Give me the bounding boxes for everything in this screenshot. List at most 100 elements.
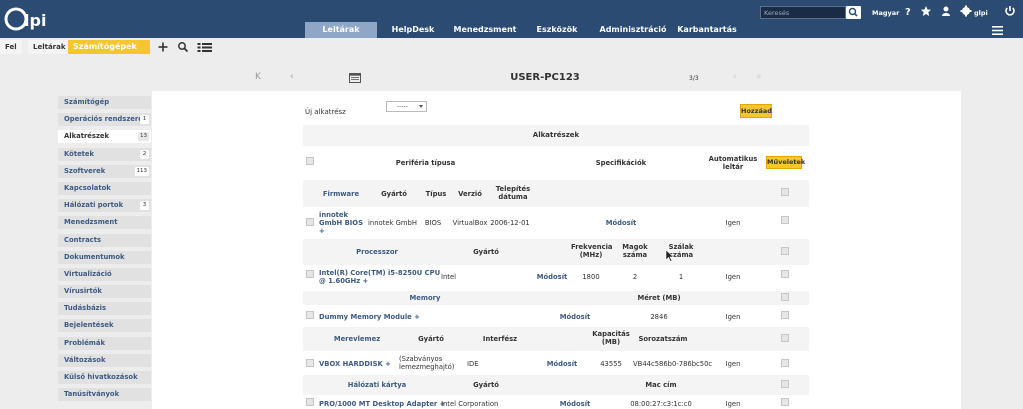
install-date-value: 2006-12-01: [490, 219, 530, 227]
breadcrumb-computers[interactable]: Számítógépek: [68, 40, 150, 54]
reservation-icon[interactable]: [940, 5, 952, 17]
network-card-header-link[interactable]: Hálózati kártya: [347, 381, 407, 389]
first-record-button[interactable]: K: [255, 72, 261, 82]
sidebar-item-label: Tanúsítványok: [64, 390, 120, 399]
menu-item-helpdesk[interactable]: HelpDesk: [381, 22, 445, 38]
sidebar-item-external-links[interactable]: Külső hivatkozások: [58, 371, 151, 384]
component-name-link[interactable]: PRO/1000 MT Desktop Adapter +: [319, 400, 449, 408]
actions-button[interactable]: Műveletek: [766, 156, 805, 169]
component-name-link[interactable]: Dummy Memory Module +: [319, 313, 429, 321]
table-row: innotek GmbH BIOS + innotek GmbH BIOS Vi…: [303, 207, 809, 239]
row-checkbox[interactable]: [306, 398, 314, 406]
sidebar-item-label: Menedzsment: [64, 218, 118, 227]
section-checkbox[interactable]: [781, 380, 789, 388]
row-select-checkbox[interactable]: [781, 311, 789, 319]
serial-value: VB44c586b0-786bc50c: [633, 360, 713, 368]
star-icon[interactable]: [920, 5, 932, 17]
search-button[interactable]: [846, 6, 861, 19]
firmware-header-link[interactable]: Firmware: [321, 190, 361, 198]
menu-item-inventory[interactable]: Leltárak: [305, 22, 377, 38]
header-automatic-inventory: Automatikus leltár: [708, 155, 758, 171]
sidebar-item-problems[interactable]: Problémák: [58, 336, 151, 350]
logout-icon[interactable]: [1004, 5, 1016, 17]
manufacturer-value: innotek GmbH: [368, 219, 417, 227]
row-checkbox[interactable]: [306, 359, 314, 367]
last-record-button[interactable]: »: [756, 72, 762, 82]
sidebar-item-antivirus[interactable]: Vírusirtók: [58, 285, 151, 299]
sidebar-item-volumes[interactable]: Kötetek 2: [58, 147, 151, 161]
sidebar-item-label: Szoftverek: [64, 166, 106, 175]
sidebar-item-label: Kapcsolatok: [64, 183, 111, 192]
sidebar-item-tickets[interactable]: Bejelentések: [58, 319, 151, 333]
sidebar-item-management[interactable]: Menedzsment: [58, 216, 151, 230]
language-link[interactable]: Magyar: [872, 9, 899, 17]
memory-header-link[interactable]: Memory: [407, 294, 443, 302]
menu-item-maintenance[interactable]: Karbantartás: [671, 22, 743, 38]
row-select-checkbox[interactable]: [781, 398, 789, 406]
section-checkbox[interactable]: [781, 334, 789, 342]
add-item-icon[interactable]: +: [414, 313, 420, 321]
row-select-checkbox[interactable]: [781, 270, 789, 278]
sidebar-item-certificates[interactable]: Tanúsítványok: [58, 388, 151, 402]
harddisk-section-header: Merevlemez Gyártó Interfész Kapacitás (M…: [303, 327, 809, 351]
sidebar-item-documents[interactable]: Dokumentumok: [58, 250, 151, 264]
edit-link[interactable]: Módosít: [531, 273, 573, 281]
gear-icon[interactable]: [960, 5, 972, 17]
user-link[interactable]: glpi: [974, 9, 988, 17]
sidebar-item-changes[interactable]: Változások: [58, 353, 151, 367]
sidebar-item-virtualization[interactable]: Virtualizáció: [58, 267, 151, 281]
processor-header-link[interactable]: Processzor: [353, 248, 401, 256]
sidebar-item-label: Külső hivatkozások: [64, 373, 138, 381]
add-item-icon[interactable]: +: [385, 360, 391, 368]
help-icon[interactable]: ?: [902, 5, 914, 17]
breadcrumb-assets[interactable]: Leltárak: [28, 40, 71, 54]
add-button[interactable]: Hozzáad: [740, 104, 772, 118]
previous-record-button[interactable]: ‹: [290, 72, 294, 82]
section-checkbox[interactable]: [781, 247, 789, 255]
sidebar-item-knowledge-base[interactable]: Tudásbázis: [58, 302, 151, 316]
sidebar-item-contracts[interactable]: Contracts: [58, 233, 151, 247]
component-type-select[interactable]: -----: [386, 101, 427, 112]
sidebar-item-operating-systems[interactable]: Operációs rendszerek 1: [58, 113, 151, 127]
auto-inventory-value: Igen: [725, 313, 741, 321]
search-icon[interactable]: [177, 41, 189, 53]
component-name-link[interactable]: Intel(R) Core(TM) i5-8250U CPU @ 1.60GHz…: [319, 269, 441, 285]
menu-item-administration[interactable]: Adminisztráció: [593, 22, 673, 38]
network-card-section-header: Hálózati kártya Gyártó Mac cím: [303, 375, 809, 395]
select-all-checkbox[interactable]: [306, 157, 314, 165]
row-checkbox[interactable]: [306, 311, 314, 319]
menu-item-management[interactable]: Menedzsment: [449, 22, 521, 38]
add-item-icon[interactable]: +: [363, 277, 369, 285]
component-name-link[interactable]: VBOX HARDDISK +: [319, 360, 399, 368]
harddisk-header-link[interactable]: Merevlemez: [333, 335, 381, 343]
row-select-checkbox[interactable]: [781, 359, 789, 367]
edit-link[interactable]: Módosít: [553, 313, 597, 321]
row-checkbox[interactable]: [306, 218, 314, 226]
edit-link[interactable]: Módosít: [553, 400, 597, 408]
menu-item-tools[interactable]: Eszközök: [527, 22, 587, 38]
next-record-button[interactable]: ›: [733, 72, 737, 82]
list-view-icon[interactable]: [349, 73, 361, 83]
sidebar-item-network-ports[interactable]: Hálózati portok 3: [58, 199, 151, 213]
component-name-link[interactable]: innotek GmbH BIOS +: [319, 211, 365, 235]
section-checkbox[interactable]: [781, 188, 789, 196]
sidebar-item-software[interactable]: Szoftverek 113: [58, 164, 151, 178]
edit-link[interactable]: Módosít: [541, 360, 583, 368]
glpi-logo[interactable]: lpi: [4, 4, 52, 34]
add-icon[interactable]: [157, 41, 169, 53]
add-item-icon[interactable]: +: [319, 227, 325, 235]
hamburger-menu-icon[interactable]: [992, 26, 1003, 35]
section-checkbox[interactable]: [781, 293, 789, 301]
list-view-icon[interactable]: [197, 41, 213, 53]
edit-link[interactable]: Módosít: [599, 219, 643, 227]
sidebar-item-connections[interactable]: Kapcsolatok: [58, 181, 151, 195]
column-header: Gyártó: [418, 335, 444, 343]
sidebar-item-components[interactable]: Alkatrészek 13: [58, 130, 151, 144]
search-input[interactable]: Keresés: [760, 6, 846, 19]
row-select-checkbox[interactable]: [781, 216, 789, 224]
breadcrumb-home[interactable]: Fel: [0, 40, 22, 54]
column-header: Gyártó: [473, 248, 499, 256]
component-name: innotek GmbH BIOS: [319, 211, 363, 227]
row-checkbox[interactable]: [306, 270, 314, 278]
sidebar-item-computer[interactable]: Számítógép: [58, 96, 151, 109]
